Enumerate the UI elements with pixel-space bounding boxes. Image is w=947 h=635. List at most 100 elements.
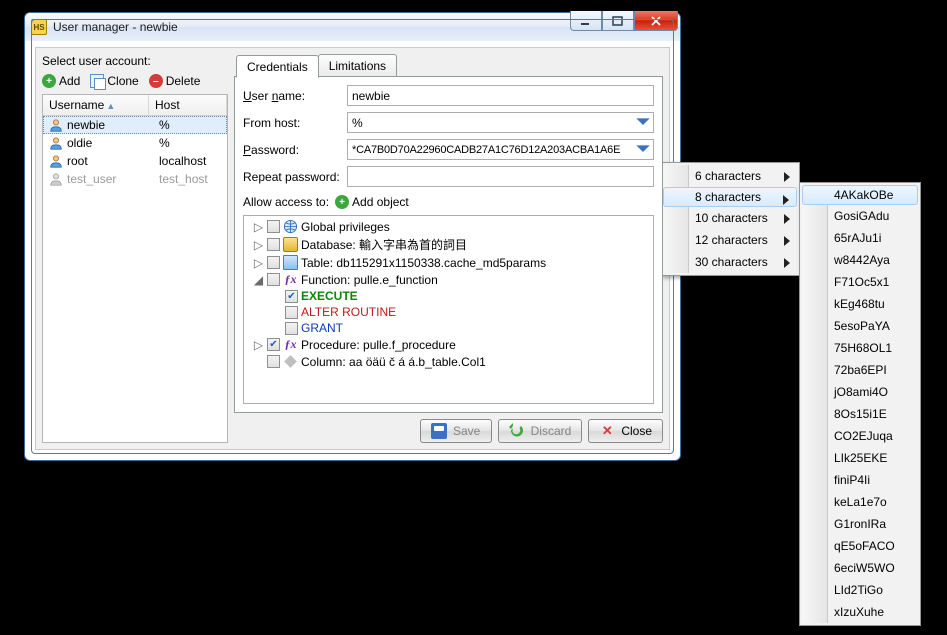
tree-node-global[interactable]: ▷ Global privileges — [244, 218, 653, 235]
menu-item-password[interactable]: 8Os15i1E — [802, 403, 918, 425]
tree-node-procedure[interactable]: ▷ ƒx Procedure: pulle.f_procedure — [244, 336, 653, 353]
user-name: root — [67, 154, 88, 168]
user-row[interactable]: newbie% — [43, 116, 227, 134]
username-input[interactable] — [347, 85, 654, 106]
checkbox[interactable] — [267, 355, 280, 368]
menu-item-password[interactable]: 72ba6EPI — [802, 359, 918, 381]
menu-item-8chars[interactable]: 8 characters — [663, 187, 797, 207]
menu-item-password[interactable]: finiP4Ii — [802, 469, 918, 491]
save-button[interactable]: Save — [420, 419, 492, 443]
checkbox[interactable] — [285, 306, 298, 319]
menu-item-password[interactable]: keLa1e7o — [802, 491, 918, 513]
minimize-button[interactable] — [570, 11, 602, 31]
user-host: % — [157, 136, 223, 150]
right-panel: Credentials Limitations User name: From … — [234, 54, 663, 443]
checkbox[interactable] — [267, 273, 280, 286]
col-host[interactable]: Host — [149, 95, 227, 115]
expander-icon[interactable]: ▷ — [253, 221, 264, 232]
menu-item-password[interactable]: CO2EJuqa — [802, 425, 918, 447]
user-name: test_user — [67, 172, 116, 186]
maximize-button[interactable] — [602, 11, 634, 31]
menu-item-password[interactable]: LIk25EKE — [802, 447, 918, 469]
tree-node-database[interactable]: ▷ Database: 輸入字串為首的詞目 — [244, 235, 653, 254]
tree-node-alter-routine[interactable]: ALTER ROUTINE — [244, 304, 653, 320]
menu-item-password[interactable]: LId2TiGo — [802, 579, 918, 601]
plus-icon: + — [335, 195, 349, 209]
database-icon — [283, 237, 298, 252]
expander-icon[interactable]: ▷ — [253, 239, 264, 250]
app-icon: HS — [31, 19, 47, 35]
clone-account-button[interactable]: Clone — [90, 74, 138, 88]
user-list-header[interactable]: Username▲ Host — [43, 95, 227, 116]
tree-node-grant[interactable]: GRANT — [244, 320, 653, 336]
col-username[interactable]: Username▲ — [43, 95, 149, 115]
plus-icon: + — [42, 74, 56, 88]
menu-item-password[interactable]: jO8ami4O — [802, 381, 918, 403]
tab-strip: Credentials Limitations — [236, 54, 663, 77]
function-icon: ƒx — [283, 272, 298, 287]
table-icon — [283, 255, 298, 270]
password-combo[interactable]: *CA7B0D70A22960CADB27A1C76D12A203ACBA1A6… — [347, 139, 654, 160]
host-combo[interactable]: % — [347, 112, 654, 133]
add-object-button[interactable]: + Add object — [335, 195, 409, 209]
checkbox-checked[interactable] — [285, 290, 298, 303]
menu-item-password[interactable]: 4AKakOBe — [802, 185, 918, 205]
password-label: Password: — [243, 143, 341, 157]
close-button[interactable]: ✕ Close — [588, 419, 663, 443]
expander-icon[interactable]: ◢ — [253, 274, 264, 285]
user-row[interactable]: test_usertest_host — [43, 170, 227, 188]
menu-item-30chars[interactable]: 30 characters — [663, 251, 797, 273]
content-area: Select user account: + Add Clone – Delet… — [35, 47, 670, 450]
user-icon — [49, 154, 63, 168]
titlebar[interactable]: HS User manager - newbie — [25, 13, 680, 41]
checkbox[interactable] — [285, 322, 298, 335]
submenu-arrow-icon — [783, 213, 791, 227]
tab-credentials[interactable]: Credentials — [236, 55, 319, 78]
delete-account-button[interactable]: – Delete — [149, 74, 201, 88]
select-account-label: Select user account: — [42, 54, 228, 68]
menu-item-password[interactable]: xIzuXuhe — [802, 601, 918, 623]
user-row[interactable]: rootlocalhost — [43, 152, 227, 170]
menu-item-password[interactable]: F71Oc5x1 — [802, 271, 918, 293]
menu-item-password[interactable]: qE5oFACO — [802, 535, 918, 557]
expander-icon[interactable]: ▷ — [253, 257, 264, 268]
submenu-arrow-icon — [783, 257, 791, 271]
tab-limitations[interactable]: Limitations — [318, 54, 397, 77]
menu-item-password[interactable]: GosiGAdu — [802, 205, 918, 227]
generated-password-menu[interactable]: 4AKakOBeGosiGAdu65rAJu1iw8442AyaF71Oc5x1… — [799, 182, 921, 626]
access-tree[interactable]: ▷ Global privileges ▷ Database: 輸入字串為首的詞… — [243, 215, 654, 404]
password-length-menu[interactable]: 6 characters 8 characters 10 characters … — [660, 162, 800, 276]
user-row[interactable]: oldie% — [43, 134, 227, 152]
repeat-password-input[interactable] — [347, 166, 654, 187]
menu-item-password[interactable]: 75H68OL1 — [802, 337, 918, 359]
close-window-button[interactable] — [634, 11, 678, 31]
allow-access-row: Allow access to: + Add object — [243, 195, 654, 209]
tree-node-function[interactable]: ◢ ƒx Function: pulle.e_function — [244, 271, 653, 288]
menu-item-password[interactable]: 65rAJu1i — [802, 227, 918, 249]
add-account-button[interactable]: + Add — [42, 74, 80, 88]
checkbox[interactable] — [267, 238, 280, 251]
menu-item-12chars[interactable]: 12 characters — [663, 229, 797, 251]
menu-item-password[interactable]: 6eciW5WO — [802, 557, 918, 579]
function-icon: ƒx — [283, 337, 298, 352]
menu-item-password[interactable]: kEg468tu — [802, 293, 918, 315]
tree-node-table[interactable]: ▷ Table: db115291x1150338.cache_md5param… — [244, 254, 653, 271]
checkbox-checked[interactable] — [267, 338, 280, 351]
host-label: From host: — [243, 116, 341, 130]
checkbox[interactable] — [267, 220, 280, 233]
user-name: newbie — [67, 118, 105, 132]
expander-icon[interactable]: ▷ — [253, 339, 264, 350]
menu-item-password[interactable]: 5esoPaYA — [802, 315, 918, 337]
user-icon — [49, 136, 63, 150]
tree-node-column[interactable]: ▷ Column: aa öäü č á á.b_table.Col1 — [244, 353, 653, 370]
discard-button[interactable]: Discard — [498, 419, 583, 443]
menu-item-password[interactable]: G1ronIRa — [802, 513, 918, 535]
menu-item-6chars[interactable]: 6 characters — [663, 165, 797, 187]
bottom-button-row: Save Discard ✕ Close — [234, 413, 663, 443]
submenu-arrow-icon — [783, 235, 791, 249]
tree-node-execute[interactable]: EXECUTE — [244, 288, 653, 304]
checkbox[interactable] — [267, 256, 280, 269]
menu-item-password[interactable]: w8442Aya — [802, 249, 918, 271]
menu-item-10chars[interactable]: 10 characters — [663, 207, 797, 229]
user-list[interactable]: Username▲ Host newbie%oldie%rootlocalhos… — [42, 94, 228, 443]
